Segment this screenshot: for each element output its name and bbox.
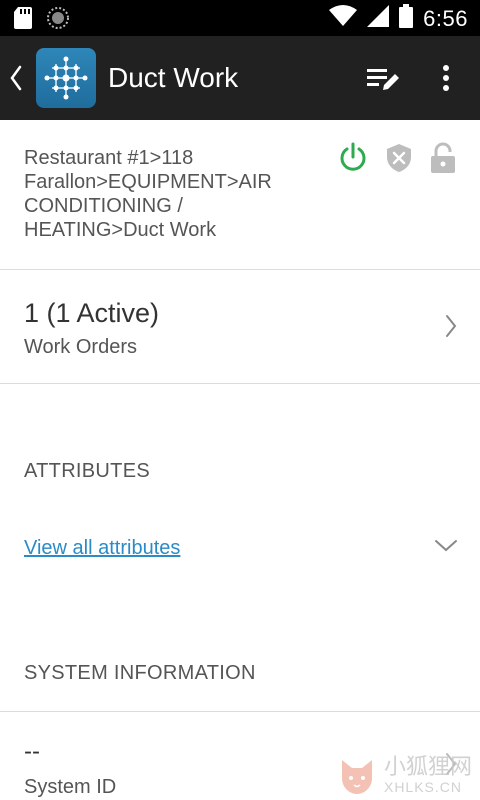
network-logo-icon — [44, 56, 88, 100]
watermark-line-2: XHLKS.CN — [383, 779, 463, 795]
power-toggle[interactable] — [338, 142, 368, 179]
battery-icon — [399, 4, 414, 33]
system-id-value: -- — [24, 738, 40, 765]
work-orders-row[interactable]: 1 (1 Active) Work Orders — [0, 270, 480, 384]
system-information-header: SYSTEM INFORMATION — [24, 662, 256, 684]
breadcrumb: Restaurant #1>118 Farallon>EQUIPMENT>AIR… — [24, 147, 272, 241]
status-icons — [338, 142, 456, 179]
system-id-label: System ID — [24, 776, 117, 798]
app-bar: Duct Work — [0, 36, 480, 120]
signal-icon — [367, 5, 390, 32]
work-orders-count: 1 (1 Active) — [24, 298, 160, 328]
chevron-left-icon — [10, 65, 22, 91]
fox-logo-icon — [341, 760, 372, 794]
lock-icon — [431, 142, 455, 173]
wifi-icon — [329, 4, 358, 33]
attributes-header: ATTRIBUTES — [24, 460, 150, 482]
more-vertical-icon — [443, 65, 449, 91]
status-bar: 6:56 — [0, 0, 480, 36]
watermark-text: 小狐狸网 XHLKS.CN — [383, 754, 472, 796]
lock-toggle[interactable] — [430, 142, 456, 179]
edit-list-icon — [367, 69, 399, 90]
view-all-attributes-link[interactable]: View all attributes — [24, 537, 180, 560]
divider — [0, 711, 480, 712]
chevron-right-icon — [446, 315, 457, 337]
watermark: 小狐狸网 XHLKS.CN — [336, 754, 472, 796]
work-orders-label: Work Orders — [24, 336, 137, 358]
status-bar-left — [14, 6, 70, 35]
page-title: Duct Work — [108, 62, 239, 93]
back-button[interactable] — [4, 60, 28, 96]
chevron-down-icon[interactable] — [434, 538, 458, 554]
warranty-toggle[interactable] — [386, 143, 412, 178]
app-logo — [36, 48, 96, 108]
sd-card-icon — [14, 7, 32, 34]
more-options-button[interactable] — [430, 60, 462, 96]
status-bar-right: 6:56 — [329, 4, 468, 33]
power-icon — [340, 142, 366, 171]
watermark-line-1: 小狐狸网 — [383, 754, 472, 779]
sync-icon — [46, 6, 70, 35]
location-section: Restaurant #1>118 Farallon>EQUIPMENT>AIR… — [0, 120, 480, 270]
status-time: 6:56 — [423, 5, 468, 31]
shield-x-icon — [387, 144, 411, 172]
edit-list-button[interactable] — [364, 62, 404, 96]
